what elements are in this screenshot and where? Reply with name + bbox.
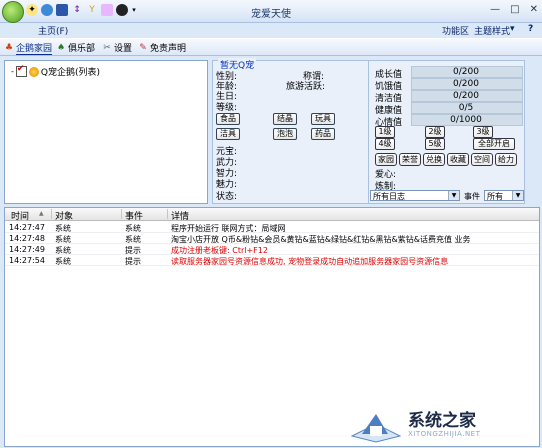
event-filter-select[interactable]: 所有 ▼: [484, 190, 524, 201]
mood-stat: 心情值 0/1000: [373, 114, 523, 128]
log-filter-dropdown-icon[interactable]: ▼: [448, 191, 459, 200]
log-time: 14:27:54: [9, 256, 45, 265]
watermark-text: 系统之家: [408, 411, 476, 431]
event-filter-value: 所有: [487, 192, 503, 201]
event-filter-label: 事件: [464, 192, 480, 201]
menu-bar: 主页(F) 功能区 主题样式 ▾ ?: [0, 23, 542, 37]
level-4-button[interactable]: 4级: [375, 138, 395, 150]
level-3-button[interactable]: 3级: [473, 126, 493, 138]
close-button[interactable]: ✕: [530, 4, 538, 15]
menu-home[interactable]: 主页(F): [38, 24, 68, 37]
log-time: 14:27:47: [9, 223, 45, 232]
clean-stat: 清洁值 0/200: [373, 90, 523, 104]
menu-function-area[interactable]: 功能区: [442, 24, 469, 37]
nav-disclaimer-label: 免责声明: [150, 44, 187, 54]
bubble-button[interactable]: 泡泡: [273, 128, 297, 140]
log-event: 提示: [125, 257, 141, 266]
penguin-icon: ♣: [4, 43, 14, 53]
table-row[interactable]: 14:27:48 系统 系统 淘宝小店开放 Q币&粉钻&会员&黄钻&蓝钻&绿钻&…: [5, 233, 539, 244]
log-time: 14:27:49: [9, 245, 45, 254]
growth-stat: 成长值 0/200: [373, 66, 523, 80]
open-all-button[interactable]: 全部开启: [473, 138, 515, 150]
watermark-url: XITONGZHIJIA.NET: [408, 430, 481, 438]
log-filter-value: 所有日志: [373, 192, 405, 201]
table-row[interactable]: 14:27:49 系统 提示 成功注册老板键: Ctrl+F12: [5, 244, 539, 255]
theme-dropdown-icon[interactable]: ▾: [510, 24, 515, 34]
medicine-button[interactable]: 药品: [311, 128, 335, 140]
table-row[interactable]: 14:27:54 系统 提示 读取服务器家园号资源信息成功, 宠物登录成功自动追…: [5, 255, 539, 266]
tree-root[interactable]: - Q宠企鹅(列表): [11, 64, 100, 78]
window-title: 宠爱天使: [251, 9, 291, 20]
disclaimer-icon: ✎: [139, 42, 147, 53]
col-event[interactable]: 事件: [125, 209, 143, 222]
level-1-button[interactable]: 1级: [375, 126, 395, 138]
travel-label: 旅游活跃:: [286, 82, 326, 92]
log-detail: 读取服务器家园号资源信息成功, 宠物登录成功自动追加服务器家园号资源信息: [171, 257, 449, 266]
crystal-button[interactable]: 结晶: [273, 113, 297, 125]
food-button[interactable]: 食品: [216, 113, 240, 125]
nav-bar: ♣ 企鹅家园 ♠ 俱乐部 ✂ 设置 ✎ 免责声明: [0, 38, 542, 56]
status-label: 状态:: [216, 192, 238, 202]
exchange-button[interactable]: 兑换: [423, 153, 445, 166]
title-bar: ✦ ↕ Y ▾ 宠爱天使 — □ ✕: [0, 0, 542, 23]
table-row[interactable]: 14:27:47 系统 系统 程序开始运行 联网方式：局域网: [5, 222, 539, 233]
log-object: 系统: [55, 257, 71, 266]
pet-tree[interactable]: - Q宠企鹅(列表): [4, 60, 208, 204]
log-time: 14:27:48: [9, 234, 45, 243]
watermark-logo-icon: [350, 414, 402, 443]
tools-icon: ✂: [103, 42, 111, 53]
maximize-button[interactable]: □: [510, 4, 519, 15]
col-detail[interactable]: 详情: [171, 209, 189, 222]
mood-value: 0/1000: [450, 115, 482, 125]
tree-root-label: Q宠企鹅(列表): [40, 68, 100, 78]
minimize-button[interactable]: —: [490, 4, 500, 15]
sort-arrow-icon: ▲: [39, 210, 44, 217]
nav-penguin-home[interactable]: ♣ 企鹅家园: [4, 41, 53, 55]
watermark: 系统之家 XITONGZHIJIA.NET: [348, 404, 538, 446]
col-time[interactable]: 时间: [11, 209, 29, 222]
nav-club[interactable]: ♠ 俱乐部: [56, 41, 96, 55]
honor-button[interactable]: 荣誉: [399, 153, 421, 166]
nav-penguin-home-label: 企鹅家园: [16, 41, 53, 55]
club-icon: ♠: [56, 42, 66, 53]
nav-settings-label: 设置: [114, 44, 133, 54]
event-filter-dropdown-icon[interactable]: ▼: [512, 191, 523, 200]
clean-value: 0/200: [453, 91, 479, 101]
nav-club-label: 俱乐部: [68, 44, 96, 54]
menu-theme[interactable]: 主题样式: [474, 24, 510, 37]
nav-disclaimer[interactable]: ✎ 免责声明: [138, 41, 187, 55]
pet-info-panel: 暂无Q宠 性别: 称谓: 年龄: 旅游活跃: 生日: 等级: 食品 结晶 玩具 …: [212, 58, 369, 204]
space-button[interactable]: 空间: [471, 153, 493, 166]
help-icon[interactable]: ?: [528, 24, 533, 34]
col-object[interactable]: 对象: [55, 209, 73, 222]
home-button[interactable]: 家园: [375, 153, 397, 166]
collect-button[interactable]: 收藏: [447, 153, 469, 166]
growth-value: 0/200: [453, 67, 479, 77]
hunger-value: 0/200: [453, 79, 479, 89]
log-header: 时间 ▲ 对象 事件 详情: [5, 208, 539, 222]
pet-icon: [28, 66, 39, 77]
hunger-stat: 饥饿值 0/200: [373, 78, 523, 92]
health-stat: 健康值 0/5: [373, 102, 523, 116]
power-button[interactable]: 给力: [495, 153, 517, 166]
toy-button[interactable]: 玩具: [311, 113, 335, 125]
level-2-button[interactable]: 2级: [425, 126, 445, 138]
pet-stats-panel: 成长值 0/200 饥饿值 0/200 清洁值 0/200 健康值 0/5 心情…: [368, 60, 525, 204]
tree-expander[interactable]: -: [11, 67, 14, 76]
level-label: 等级:: [216, 103, 238, 113]
nav-settings[interactable]: ✂ 设置: [102, 41, 133, 55]
health-value: 0/5: [458, 103, 474, 113]
clean-button[interactable]: 洁具: [216, 128, 240, 140]
log-filter-select[interactable]: 所有日志 ▼: [370, 190, 460, 201]
tree-checkbox[interactable]: [15, 64, 27, 77]
level-5-button[interactable]: 5级: [425, 138, 445, 150]
